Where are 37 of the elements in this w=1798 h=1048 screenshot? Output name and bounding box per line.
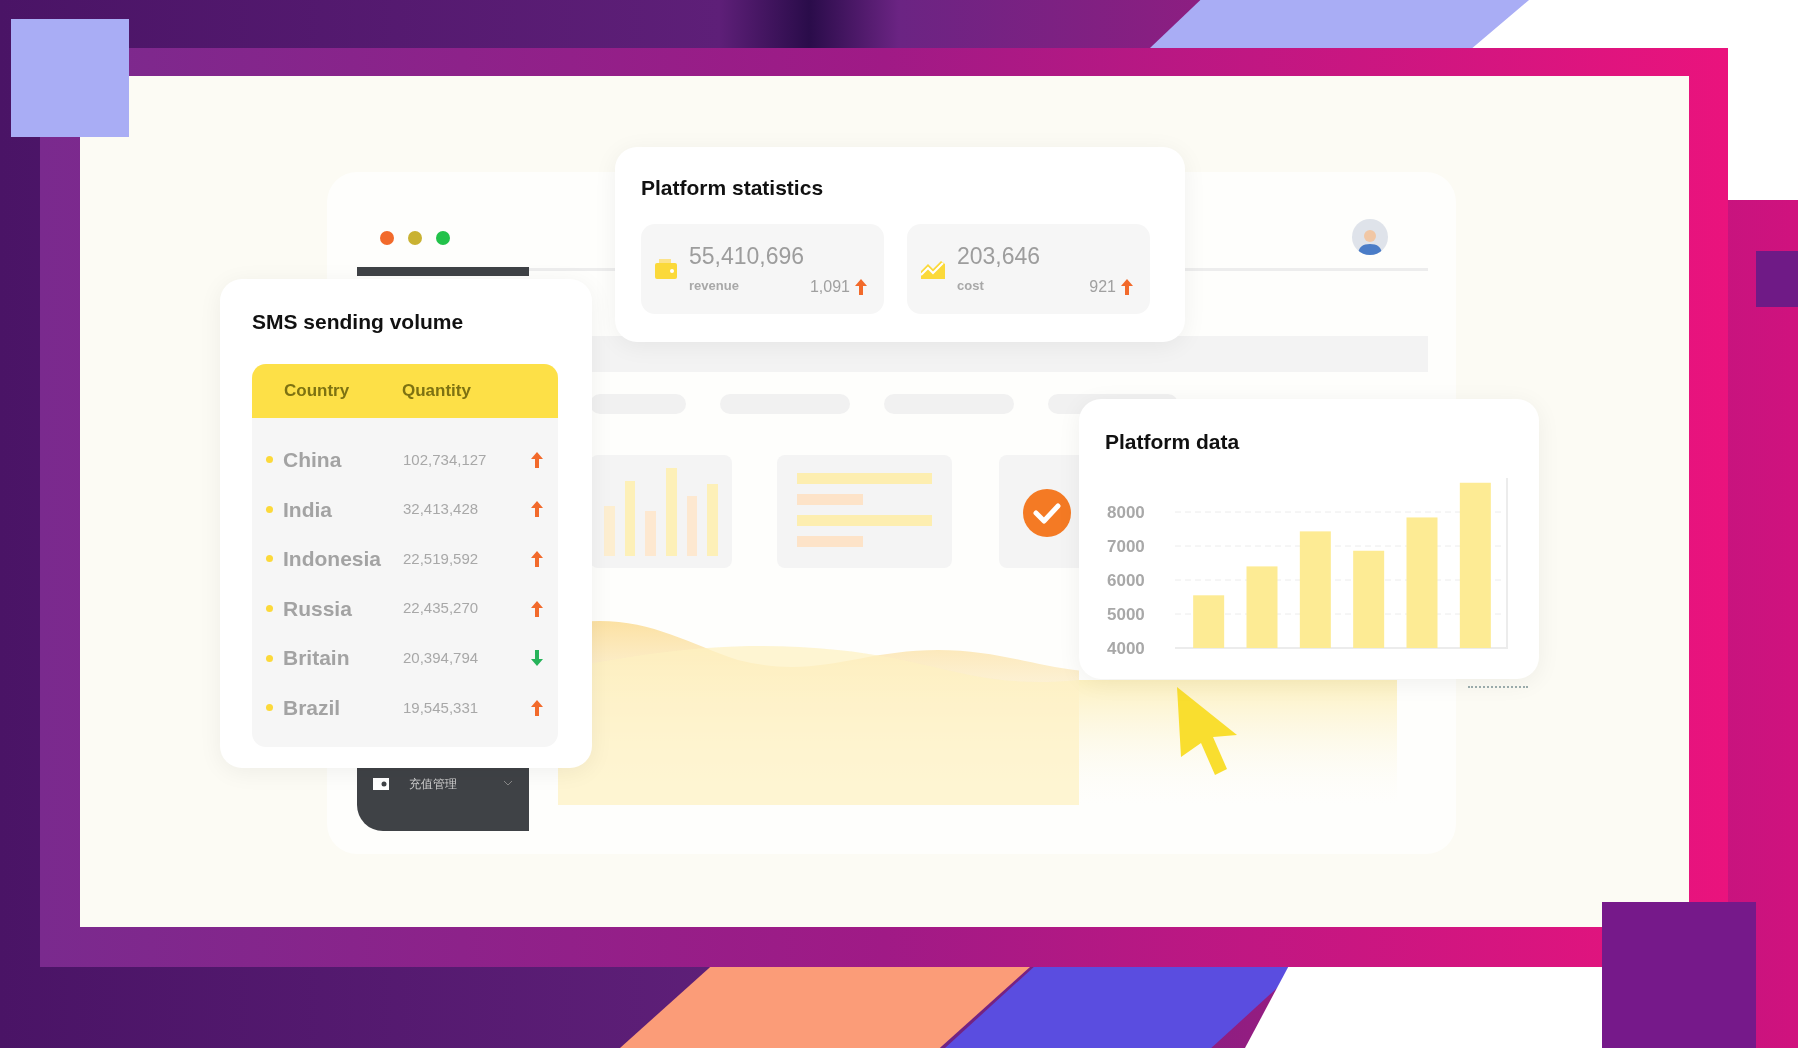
wallet-icon <box>373 778 389 790</box>
chevron-down-icon <box>503 780 513 786</box>
axis-tick-label: 4000 <box>1107 639 1145 658</box>
country-name: India <box>283 496 333 523</box>
sidebar-item[interactable]: 充值管理 <box>409 776 457 792</box>
column-header: Country <box>283 380 351 403</box>
country-name: Britain <box>283 645 351 672</box>
axis-tick-label: 6000 <box>1107 571 1145 590</box>
card-title: Platform data <box>1105 431 1241 452</box>
metric-change: 1,091 <box>809 276 850 297</box>
card-title: Platform statistics <box>641 177 825 198</box>
dotted-line <box>1468 686 1528 688</box>
accent-square <box>1756 251 1798 307</box>
metric-label: cost <box>957 277 984 295</box>
check-circle-icon <box>1023 489 1071 537</box>
quantity-value: 32,413,428 <box>403 499 480 520</box>
quantity-value: 19,545,331 <box>403 697 480 718</box>
quantity-value: 22,519,592 <box>403 548 480 569</box>
column-header: Quantity <box>401 380 472 403</box>
metric-value: 55,410,696 <box>689 244 806 268</box>
axis-tick-label: 8000 <box>1107 503 1145 522</box>
quantity-value: 22,435,270 <box>403 598 480 619</box>
chart-bar <box>1193 595 1225 648</box>
quantity-value: 102,734,127 <box>403 449 488 470</box>
metric-change: 921 <box>1089 276 1116 297</box>
country-name: Brazil <box>283 695 342 721</box>
trend-chart-icon <box>921 259 945 279</box>
metric-label: revenue <box>689 277 739 295</box>
card-title: SMS sending volume <box>252 311 465 332</box>
axis-tick-label: 7000 <box>1107 537 1145 556</box>
axis-tick-label: 5000 <box>1107 605 1145 624</box>
metric-value: 203,646 <box>957 244 1042 268</box>
wallet-icon <box>655 259 677 279</box>
quantity-value: 20,394,794 <box>403 647 480 668</box>
country-name: China <box>283 447 343 474</box>
country-name: Russia <box>283 595 353 622</box>
country-name: Indonesia <box>283 546 383 573</box>
